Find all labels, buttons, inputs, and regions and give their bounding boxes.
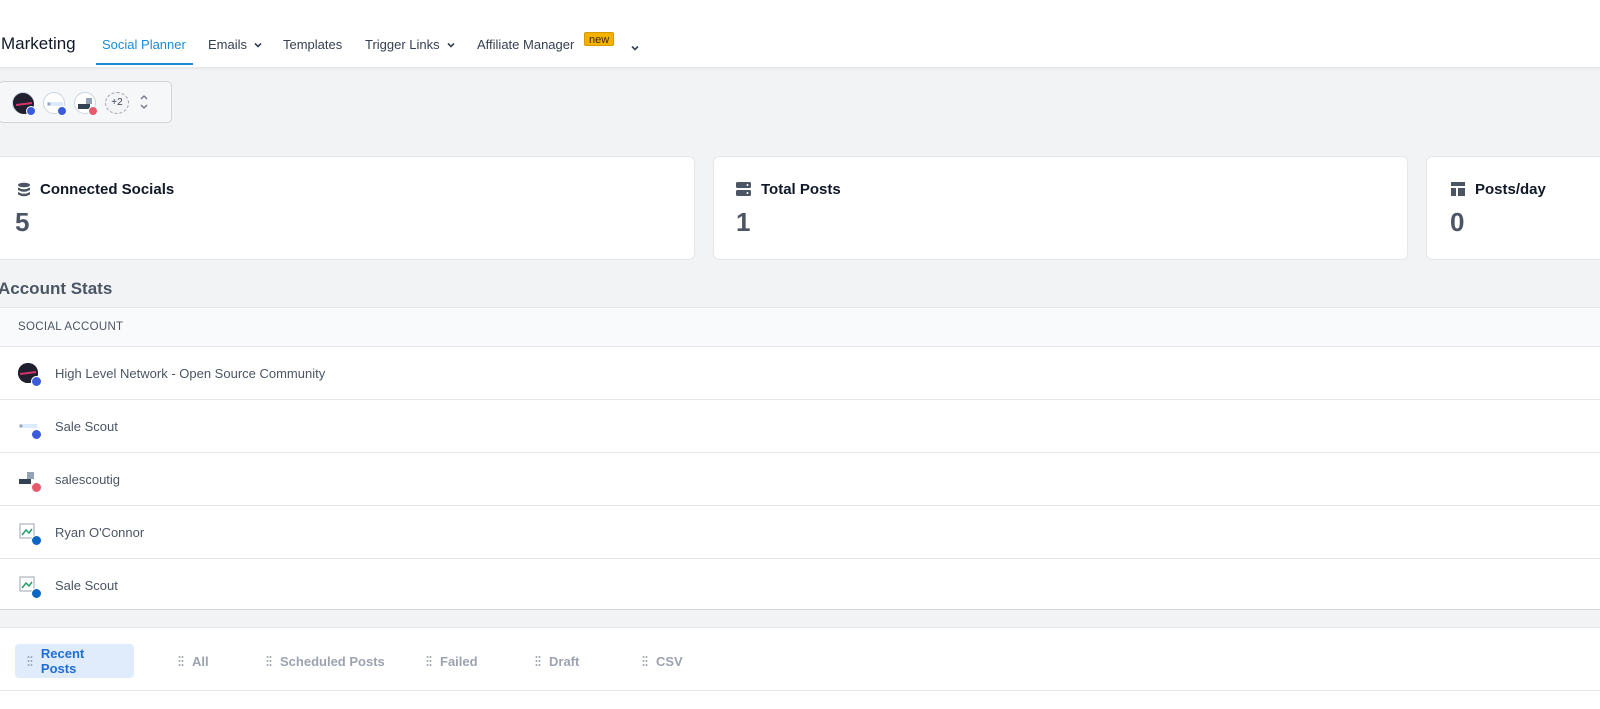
connected-socials-card: Connected Socials 5 (0, 156, 695, 260)
linkedin-icon (31, 588, 42, 599)
tab-scheduled-posts[interactable]: Scheduled Posts (254, 644, 397, 678)
chevron-down-icon (254, 42, 262, 48)
posts-per-day-card: Posts/day 0 (1426, 156, 1600, 260)
account-stats-table: SOCIAL ACCOUNT High Level Network - Open… (0, 307, 1600, 610)
tab-recent-posts[interactable]: Recent Posts (15, 644, 134, 678)
tab-label: Scheduled Posts (280, 653, 385, 669)
table-row[interactable]: salescoutig (0, 453, 1600, 506)
account-avatar (74, 92, 98, 116)
tab-templates-label: Templates (283, 37, 343, 52)
layout-icon (1451, 182, 1465, 196)
account-selector[interactable]: +2 (0, 81, 172, 123)
tab-affiliate-manager[interactable]: Affiliate Manager (477, 37, 574, 52)
tab-social-planner[interactable]: Social Planner (102, 37, 186, 52)
database-icon (18, 182, 30, 197)
table-row[interactable]: Sale Scout (0, 559, 1600, 612)
table-row[interactable]: Sale Scout (0, 400, 1600, 453)
tab-label: Draft (549, 653, 580, 669)
tab-label: Recent Posts (40, 646, 85, 676)
tab-failed[interactable]: Failed (414, 644, 490, 678)
more-tabs-button[interactable] (630, 40, 640, 58)
drag-handle-icon[interactable] (535, 655, 541, 667)
account-avatar (18, 575, 42, 599)
instagram-icon (88, 106, 98, 116)
card-title: Connected Socials (40, 181, 175, 198)
tab-draft[interactable]: Draft (523, 644, 591, 678)
account-avatar (18, 363, 42, 387)
facebook-icon (31, 376, 42, 387)
account-name: Sale Scout (55, 419, 118, 434)
account-avatar (43, 92, 67, 116)
account-avatar (12, 92, 36, 116)
select-arrows-icon (140, 95, 148, 109)
drag-handle-icon[interactable] (178, 655, 184, 667)
chevron-down-icon (631, 45, 639, 51)
tab-label: All (192, 653, 209, 669)
tab-emails[interactable]: Emails (208, 37, 263, 52)
account-avatar (18, 522, 42, 546)
facebook-icon (57, 106, 67, 116)
total-posts-card: Total Posts 1 (713, 156, 1408, 260)
tab-csv[interactable]: CSV (630, 644, 695, 678)
tab-label: CSV (656, 653, 683, 669)
account-avatar (18, 416, 42, 440)
active-tab-indicator (96, 63, 193, 65)
drag-handle-icon[interactable] (642, 655, 648, 667)
server-icon (736, 182, 751, 196)
new-badge: new (584, 32, 615, 46)
card-value: 1 (736, 207, 751, 237)
column-header-social-account: SOCIAL ACCOUNT (0, 308, 1600, 347)
table-row[interactable]: Ryan O'Connor (0, 506, 1600, 559)
instagram-icon (31, 482, 42, 493)
account-name: Ryan O'Connor (55, 525, 145, 540)
account-stats-title: Account Stats (0, 279, 113, 298)
card-value: 5 (15, 207, 30, 237)
account-name: Sale Scout (55, 578, 118, 593)
table-row[interactable]: High Level Network - Open Source Communi… (0, 347, 1600, 400)
card-value: 0 (1450, 207, 1465, 237)
tab-affiliate-manager-label: Affiliate Manager (477, 37, 575, 52)
more-accounts-count: +2 (105, 92, 129, 114)
account-name: High Level Network - Open Source Communi… (55, 366, 326, 381)
tab-trigger-links-label: Trigger Links (365, 37, 440, 52)
account-name: salescoutig (55, 472, 121, 487)
card-title: Posts/day (1475, 181, 1546, 198)
linkedin-icon (31, 535, 42, 546)
tab-all[interactable]: All (166, 644, 221, 678)
chevron-down-icon (447, 42, 455, 48)
tab-label: Failed (440, 653, 478, 669)
top-nav: Marketing Social Planner Emails Template… (0, 0, 1600, 68)
tab-templates[interactable]: Templates (283, 37, 342, 52)
page-title: Marketing (1, 34, 76, 53)
facebook-icon (26, 106, 36, 116)
account-avatar (18, 469, 42, 493)
tab-trigger-links[interactable]: Trigger Links (365, 37, 456, 52)
tabs-divider (0, 690, 1600, 691)
tab-social-planner-label: Social Planner (102, 37, 186, 52)
tab-emails-label: Emails (208, 37, 248, 52)
facebook-icon (31, 429, 42, 440)
drag-handle-icon[interactable] (266, 655, 272, 667)
drag-handle-icon[interactable] (426, 655, 432, 667)
posts-tabs-bar: Recent Posts All Scheduled Posts Failed … (0, 627, 1600, 709)
drag-handle-icon[interactable] (27, 655, 33, 667)
card-title: Total Posts (761, 181, 841, 198)
